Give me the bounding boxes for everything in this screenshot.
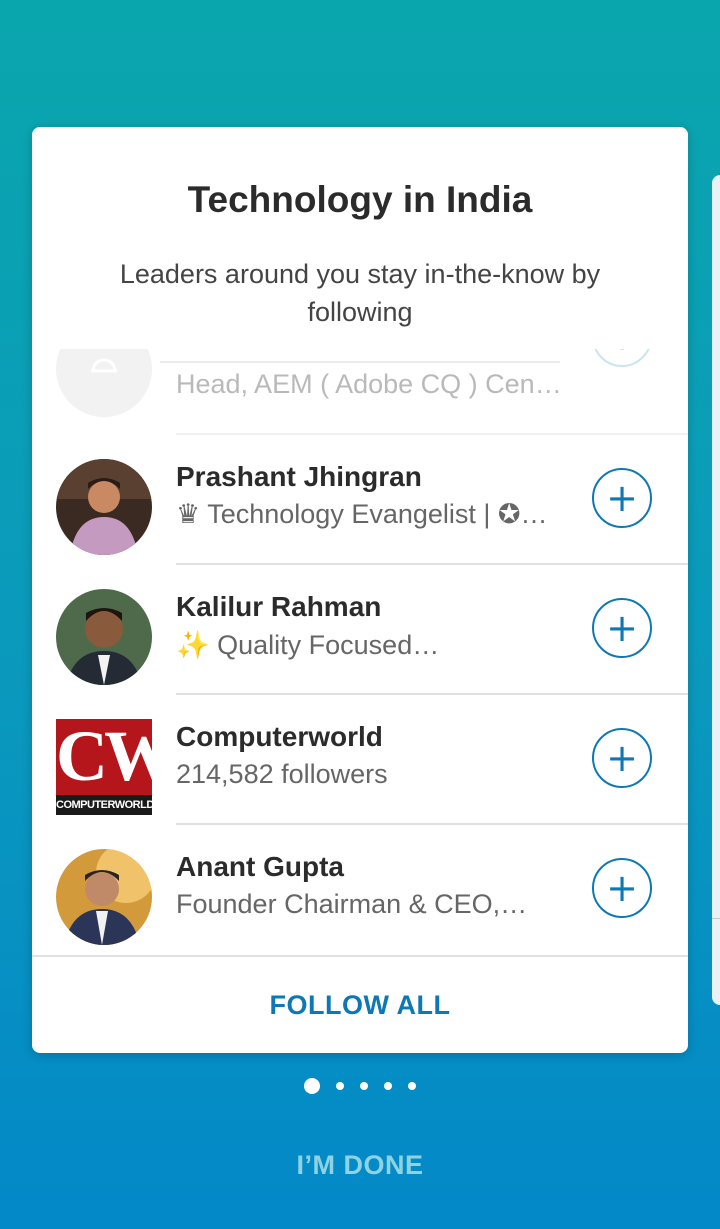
scroll-divider xyxy=(160,361,560,363)
company-name[interactable]: Computerworld xyxy=(176,721,383,753)
page-dot[interactable] xyxy=(408,1081,416,1090)
page-title: Technology in India xyxy=(187,179,533,220)
page-dot-active[interactable] xyxy=(304,1077,320,1094)
person-name[interactable]: Anant Gupta xyxy=(176,851,344,883)
person-name[interactable]: Kalilur Rahman xyxy=(176,591,381,623)
logo-caption: COMPUTERWORLD xyxy=(56,795,152,815)
person-headline: ♛ Technology Evangelist | ✪… xyxy=(176,499,548,529)
follow-button[interactable]: + xyxy=(592,728,652,788)
plus-icon: + xyxy=(606,606,638,650)
follower-count: 214,582 followers xyxy=(176,759,388,789)
page-subtitle: Leaders around you stay in-the-know by f… xyxy=(119,259,601,327)
card-header: Technology in India Leaders around you s… xyxy=(32,127,688,349)
next-card-divider xyxy=(712,918,720,919)
logo-letters: CW xyxy=(56,719,152,796)
person-photo xyxy=(56,589,152,685)
list-item[interactable]: Kalilur Rahman ✨ Quality Focused… + xyxy=(32,565,688,695)
follow-button[interactable]: + xyxy=(592,858,652,918)
person-photo xyxy=(56,459,152,555)
next-card-peek xyxy=(712,175,720,1005)
person-headline: Head, AEM ( Adobe CQ ) Cent… xyxy=(176,369,566,399)
person-name[interactable]: Prashant Jhingran xyxy=(176,461,422,493)
computerworld-logo[interactable]: CW COMPUTERWORLD xyxy=(56,719,152,815)
person-headline: Founder Chairman & CEO,… xyxy=(176,889,528,919)
follow-button[interactable]: + xyxy=(592,468,652,528)
list-item[interactable]: Prashant Jhingran ♛ Technology Evangelis… xyxy=(32,435,688,565)
follow-button[interactable]: + xyxy=(592,598,652,658)
list-item[interactable]: Anant Gupta Founder Chairman & CEO,… + xyxy=(32,825,688,955)
follow-all-button[interactable]: FOLLOW ALL xyxy=(32,957,688,1053)
avatar[interactable] xyxy=(56,459,152,555)
page-dot[interactable] xyxy=(336,1081,344,1090)
recommendation-card: Head, AEM ( Adobe CQ ) Cent… + Prashant … xyxy=(32,127,688,1053)
person-headline: ✨ Quality Focused… xyxy=(176,630,440,660)
plus-icon: + xyxy=(606,476,638,520)
pagination-dots xyxy=(0,1077,720,1095)
follow-all-bar: FOLLOW ALL xyxy=(32,955,688,1053)
avatar[interactable] xyxy=(56,849,152,945)
list-item[interactable]: CW COMPUTERWORLD Computerworld 214,582 f… xyxy=(32,695,688,825)
person-photo xyxy=(56,849,152,945)
page-dot[interactable] xyxy=(384,1081,392,1090)
avatar[interactable] xyxy=(56,589,152,685)
done-button[interactable]: I’M DONE xyxy=(0,1150,720,1181)
plus-icon: + xyxy=(606,736,638,780)
page-dot[interactable] xyxy=(360,1081,368,1090)
plus-icon: + xyxy=(606,866,638,910)
